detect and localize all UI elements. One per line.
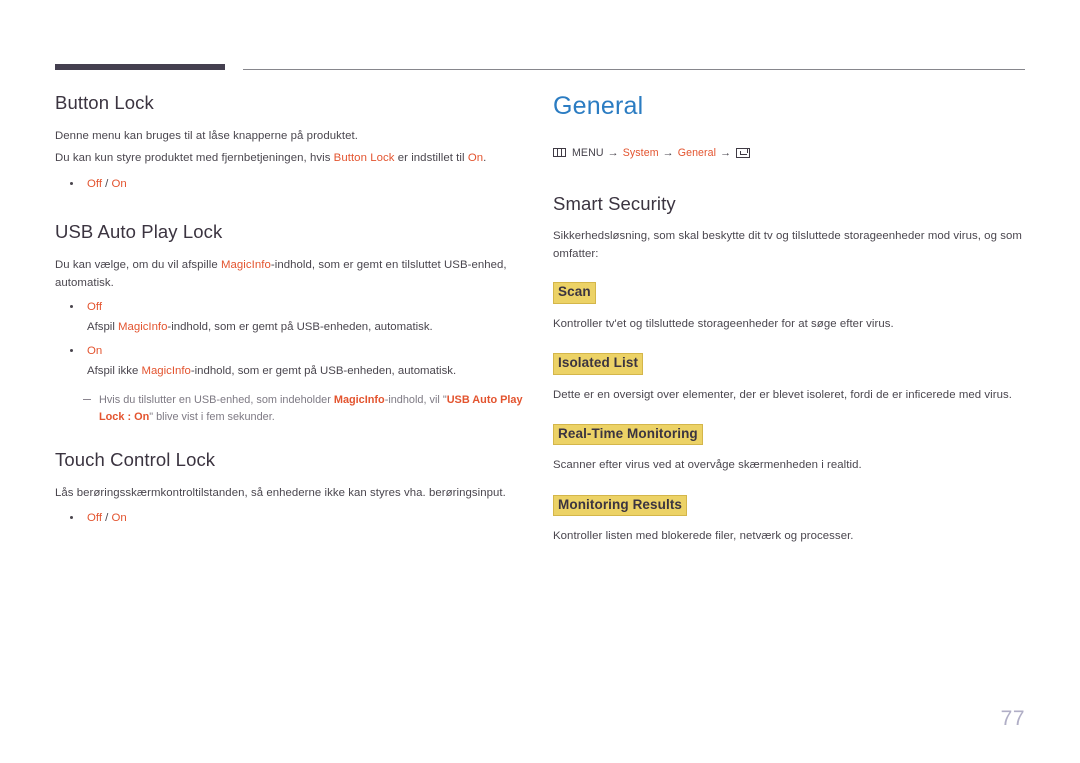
breadcrumb-menu-label: MENU xyxy=(572,146,604,159)
breadcrumb-item-general[interactable]: General xyxy=(678,147,716,159)
option-off-desc-suffix: -indhold, som er gemt på USB-enheden, au… xyxy=(167,320,433,333)
note-accent-magicinfo: MagicInfo xyxy=(333,393,385,406)
option-off: Off xyxy=(87,177,102,190)
usb-auto-play-intro: Du kan vælge, om du vil afspille MagicIn… xyxy=(55,256,525,293)
menu-grid-icon xyxy=(553,148,566,158)
breadcrumb-arrow-icon: → xyxy=(662,146,674,159)
note-prefix: Hvis du tilslutter en USB-enhed, som ind… xyxy=(99,393,334,406)
option-on: On xyxy=(111,512,127,525)
section-touch-control-lock: Touch Control Lock Lås berøringsskærmkon… xyxy=(55,449,525,529)
list-item: Off / On xyxy=(55,509,525,529)
breadcrumb-arrow-icon: → xyxy=(607,146,619,159)
subsection-desc-real-time-monitoring: Scanner efter virus ved at overvåge skær… xyxy=(553,459,862,472)
subsection-heading-monitoring-results: Monitoring Results xyxy=(553,494,688,517)
note-middle: -indhold, vil " xyxy=(384,393,447,406)
usb-intro-prefix: Du kan vælge, om du vil afspille xyxy=(55,258,221,271)
section-heading-touch-control-lock: Touch Control Lock xyxy=(55,448,216,470)
section-heading-usb-auto-play-lock: USB Auto Play Lock xyxy=(55,221,223,243)
breadcrumb-arrow-icon: → xyxy=(720,146,732,159)
touch-control-lock-paragraph: Lås berøringsskærmkontroltilstanden, så … xyxy=(55,487,506,500)
section-usb-auto-play-lock: USB Auto Play Lock Du kan vælge, om du v… xyxy=(55,221,525,426)
usb-auto-play-options-list: Off Afspil MagicInfo-indhold, som er gem… xyxy=(55,298,525,381)
page-number: 77 xyxy=(1000,707,1025,730)
button-lock-accent-term: Button Lock xyxy=(333,152,395,165)
button-lock-accent-value: On xyxy=(467,152,484,165)
note-dash-icon xyxy=(83,398,91,400)
note-suffix: " blive vist i fem sekunder. xyxy=(149,411,275,424)
option-on-desc-suffix: -indhold, som er gemt på USB-enheden, au… xyxy=(190,364,457,377)
bullet-dot-icon xyxy=(70,349,73,353)
subsection-desc-scan: Kontroller tv'et og tilsluttede storagee… xyxy=(553,317,894,330)
subsection-desc-isolated-list: Dette er en oversigt over elementer, der… xyxy=(553,388,1012,401)
button-lock-paragraph: Denne menu kan bruges til at låse knappe… xyxy=(55,130,358,143)
breadcrumb-item-system[interactable]: System xyxy=(623,147,659,159)
button-lock-sentence-suffix: . xyxy=(483,152,487,165)
page-title: General xyxy=(553,92,644,120)
right-column: General MENU → System → General → Smart … xyxy=(553,92,1023,549)
touch-control-lock-options-list: Off / On xyxy=(55,509,525,529)
section-heading-button-lock: Button Lock xyxy=(55,92,154,113)
bullet-dot-icon xyxy=(70,516,73,520)
smart-security-intro: Sikkerhedsløsning, som skal beskytte dit… xyxy=(553,229,1022,261)
breadcrumb: MENU → System → General → xyxy=(553,147,1023,159)
subsection-heading-scan: Scan xyxy=(553,282,596,304)
list-item: Off Afspil MagicInfo-indhold, som er gem… xyxy=(55,298,525,337)
option-off-desc-accent: MagicInfo xyxy=(118,320,168,333)
left-column: Button Lock Denne menu kan bruges til at… xyxy=(55,92,525,534)
option-off-description: Afspil MagicInfo-indhold, som er gemt på… xyxy=(87,318,525,338)
subsection-desc-monitoring-results: Kontroller listen med blokerede filer, n… xyxy=(553,530,854,543)
option-off-desc-prefix: Afspil xyxy=(87,320,119,333)
list-item: On Afspil ikke MagicInfo-indhold, som er… xyxy=(55,342,525,381)
button-lock-sentence-middle: er indstillet til xyxy=(394,152,468,165)
option-on-desc-accent: MagicInfo xyxy=(141,364,191,377)
bullet-dot-icon xyxy=(70,305,73,309)
button-lock-sentence: Du kan kun styre produktet med fjernbetj… xyxy=(55,148,525,168)
list-item: Off / On xyxy=(55,175,525,195)
page-columns: Button Lock Denne menu kan bruges til at… xyxy=(0,0,1080,763)
usb-auto-play-note: Hvis du tilslutter en USB-enhed, som ind… xyxy=(55,392,525,427)
option-off: Off xyxy=(87,512,102,525)
option-on-desc-prefix: Afspil ikke xyxy=(87,364,142,377)
bullet-dot-icon xyxy=(70,181,73,185)
button-lock-options-list: Off / On xyxy=(55,175,525,195)
option-on: On xyxy=(111,177,127,190)
option-on-label: On xyxy=(87,345,103,358)
option-off-label: Off xyxy=(87,301,102,314)
usb-intro-accent: MagicInfo xyxy=(220,258,271,271)
section-heading-smart-security: Smart Security xyxy=(553,192,676,214)
option-on-description: Afspil ikke MagicInfo-indhold, som er ge… xyxy=(87,362,525,382)
subsection-heading-isolated-list: Isolated List xyxy=(553,353,644,375)
section-button-lock: Button Lock Denne menu kan bruges til at… xyxy=(55,92,525,194)
subsection-heading-real-time-monitoring: Real-Time Monitoring xyxy=(553,423,703,446)
enter-key-icon xyxy=(736,147,751,158)
button-lock-sentence-prefix: Du kan kun styre produktet med fjernbetj… xyxy=(55,152,334,165)
